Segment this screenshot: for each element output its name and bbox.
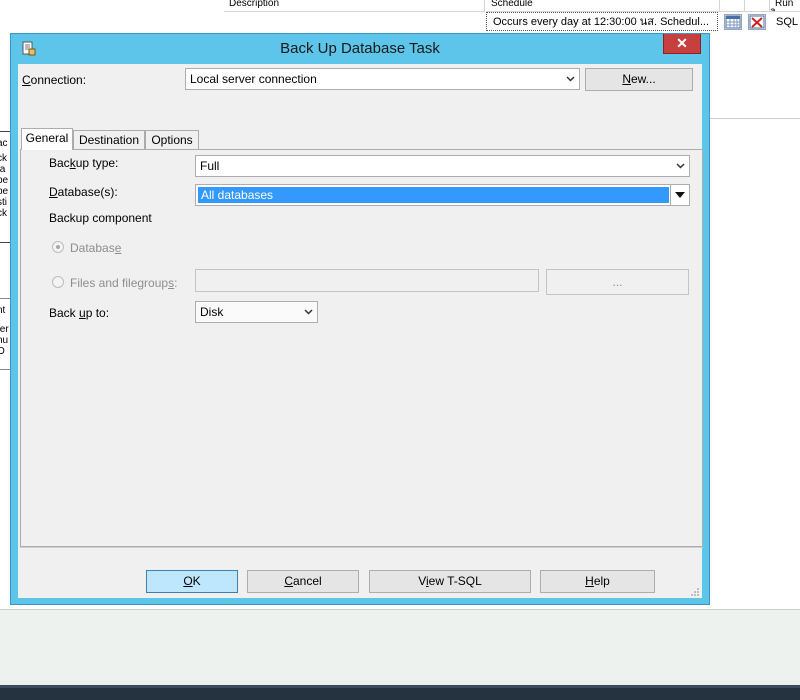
databases-label: Database(s): [49,185,118,199]
background-lower-area [0,609,800,686]
column-header-blank-1 [720,0,745,12]
files-filegroups-textbox[interactable] [195,269,539,292]
backup-type-dropdown[interactable]: Full [195,155,690,177]
databases-label-access-key: D [49,185,58,199]
connection-dropdown[interactable]: Local server connection [185,68,580,90]
calendar-icon[interactable] [724,14,742,30]
back-up-to-label-access-key: u [79,306,86,320]
general-tab-page [20,149,703,547]
backup-component-label: Backup component [49,211,152,225]
cancel-button[interactable]: Cancel [247,570,359,593]
back-up-to-label: Back up to: [49,306,109,320]
database-radio[interactable] [52,241,64,253]
column-header-schedule[interactable]: Schedule [486,0,720,12]
backup-type-label: Backup type: [49,156,118,170]
back-up-to-dropdown[interactable]: Disk [195,301,318,323]
column-header-run-as-label: Run a [770,0,794,12]
help-button[interactable]: Help [540,570,655,593]
view-tsql-button[interactable]: View T-SQL [369,570,531,593]
dialog-title: Back Up Database Task [280,40,440,57]
resize-grip-icon[interactable] [690,586,700,596]
database-radio-label-text: Databas [70,241,115,255]
databases-label-text: atabase(s): [57,185,118,199]
databases-dropdown[interactable]: All databases [195,184,690,206]
help-button-access-key: H [585,574,594,588]
files-filegroups-label: Files and filegroups: [70,276,177,290]
help-button-text: elp [593,574,610,588]
backup-type-value: Full [200,159,220,173]
tab-options[interactable]: Options [145,130,199,150]
connection-value: Local server connection [190,72,317,86]
taskbar [0,685,800,700]
column-header-description[interactable]: Description [224,0,485,12]
chevron-down-icon[interactable] [670,185,689,205]
files-filegroups-label-text: Files and filegroup [70,276,169,290]
ok-button-text: K [192,574,201,588]
column-header-schedule-label: Schedule [491,0,533,9]
column-header-blank-2 [745,0,770,12]
column-header-run-as[interactable]: Run a [770,0,800,12]
new-button-text: ew... [630,72,656,86]
view-tsql-button-text: ew T-SQL [428,574,482,588]
tab-destination[interactable]: Destination [73,130,145,150]
delete-schedule-icon[interactable] [748,14,766,30]
back-up-database-task-dialog: Back Up Database Task ✕ Connection: Loca… [10,33,710,605]
back-up-to-label-text: p to: [85,306,110,320]
ok-button[interactable]: OK [146,570,238,593]
dialog-client-area: Connection: Local server connection New.… [18,64,703,598]
chevron-down-icon [673,156,687,176]
title-bar[interactable]: Back Up Database Task ✕ [11,34,709,64]
files-filegroups-label-text: : [174,276,178,290]
background-divider [710,118,800,119]
databases-selected-value: All databases [198,187,669,203]
cancel-button-text: ancel [292,574,322,588]
backup-type-label-text: up type: [75,156,119,170]
close-button[interactable]: ✕ [663,34,701,54]
connection-label: Connection: [22,73,86,87]
schedule-row[interactable]: Occurs every day at 12:30:00 นส. Schedul… [486,12,800,32]
tab-general[interactable]: General [21,128,73,150]
background-window: Description Schedule Run a Occurs every … [0,0,800,34]
close-icon: ✕ [676,35,688,51]
connection-label-text: onnection: [30,73,87,87]
back-up-to-label-text: Back [49,306,80,320]
column-header-description-label: Description [229,0,280,9]
new-button-access-key: N [622,72,631,86]
chevron-down-icon [563,69,577,89]
backup-type-label-text: Bac [49,156,70,170]
connection-label-access-key: C [22,73,31,87]
ok-button-access-key: O [183,574,193,588]
new-connection-button[interactable]: New... [585,68,693,91]
cancel-button-access-key: C [284,574,293,588]
view-tsql-button-text: V [418,574,426,588]
files-filegroups-radio[interactable] [52,276,64,288]
back-up-to-value: Disk [200,305,224,319]
schedule-cell[interactable]: Occurs every day at 12:30:00 นส. Schedul… [486,12,718,31]
separator [20,547,703,548]
database-radio-label-access-key: e [114,241,122,255]
run-as-cell: SQL [776,16,799,28]
browse-files-button[interactable]: ... [546,269,689,295]
database-radio-label: Database [70,241,121,255]
chevron-down-icon [301,302,315,322]
